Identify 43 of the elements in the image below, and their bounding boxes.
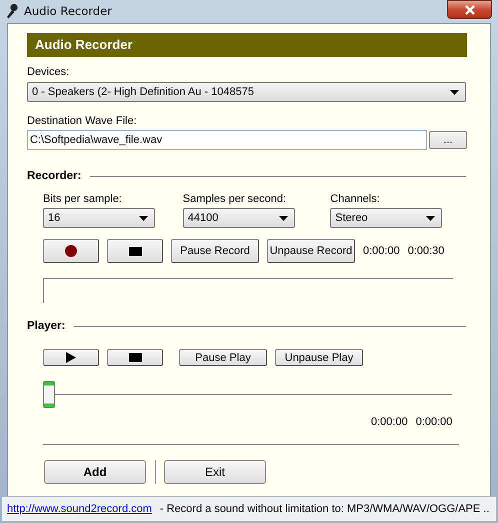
field-label: Samples per second: [182, 192, 288, 206]
website-link[interactable]: http://www.sound2record.com [7, 503, 152, 515]
play-icon [66, 352, 76, 363]
button[interactable]: Pause Play [179, 349, 267, 366]
header-banner: Audio Recorder [27, 33, 467, 57]
elapsed-time: 0:00:00 [371, 416, 408, 428]
dropdown[interactable]: Stereo [330, 208, 442, 228]
button[interactable]: Add [44, 460, 146, 484]
record-icon [65, 245, 77, 257]
field-label: Channels: [330, 192, 381, 206]
dropdown[interactable]: 44100 [182, 208, 295, 228]
field-label: Devices: [27, 65, 70, 79]
elapsed-time: 0:00:00 [363, 245, 400, 257]
button[interactable]: Exit [164, 460, 266, 484]
dropdown[interactable]: 16 [43, 208, 155, 228]
device-dropdown[interactable]: 0 - Speakers (2- High Definition Au - 1048575 [27, 82, 466, 102]
stop-icon [128, 246, 142, 256]
button[interactable]: Unpause Play [275, 349, 363, 366]
stop-button[interactable] [107, 239, 163, 263]
status-message: - Record a sound without limitation to: MP3/WMA/WAV/OGG/APE .. [160, 503, 490, 515]
button[interactable]: Unpause Record [267, 239, 355, 263]
file-path-field[interactable]: C:\Softpedia\wave_file.wav [27, 130, 427, 150]
stop-button[interactable] [107, 349, 163, 366]
close-button[interactable] [447, 0, 492, 19]
caret-icon [426, 216, 436, 220]
play-button[interactable] [43, 349, 99, 366]
field-label: Bits per sample: [43, 192, 123, 206]
slider-thumb[interactable] [43, 381, 55, 408]
section-title: Recorder: [27, 170, 82, 182]
field-label: Destination Wave File: [27, 114, 138, 128]
browse-button[interactable]: ... [429, 131, 467, 149]
stop-icon [128, 353, 142, 362]
caret-icon [450, 90, 459, 94]
total-time: 0:00:00 [416, 416, 452, 428]
record-button[interactable] [43, 239, 99, 263]
total-time: 0:00:30 [408, 245, 444, 257]
section-title: Player: [27, 320, 66, 332]
caret-icon [139, 216, 148, 220]
close-icon [464, 4, 474, 14]
button[interactable]: Pause Record [171, 239, 259, 263]
window-title: Audio Recorder [24, 4, 112, 18]
caret-icon [278, 216, 288, 220]
microphone-icon [6, 3, 18, 19]
